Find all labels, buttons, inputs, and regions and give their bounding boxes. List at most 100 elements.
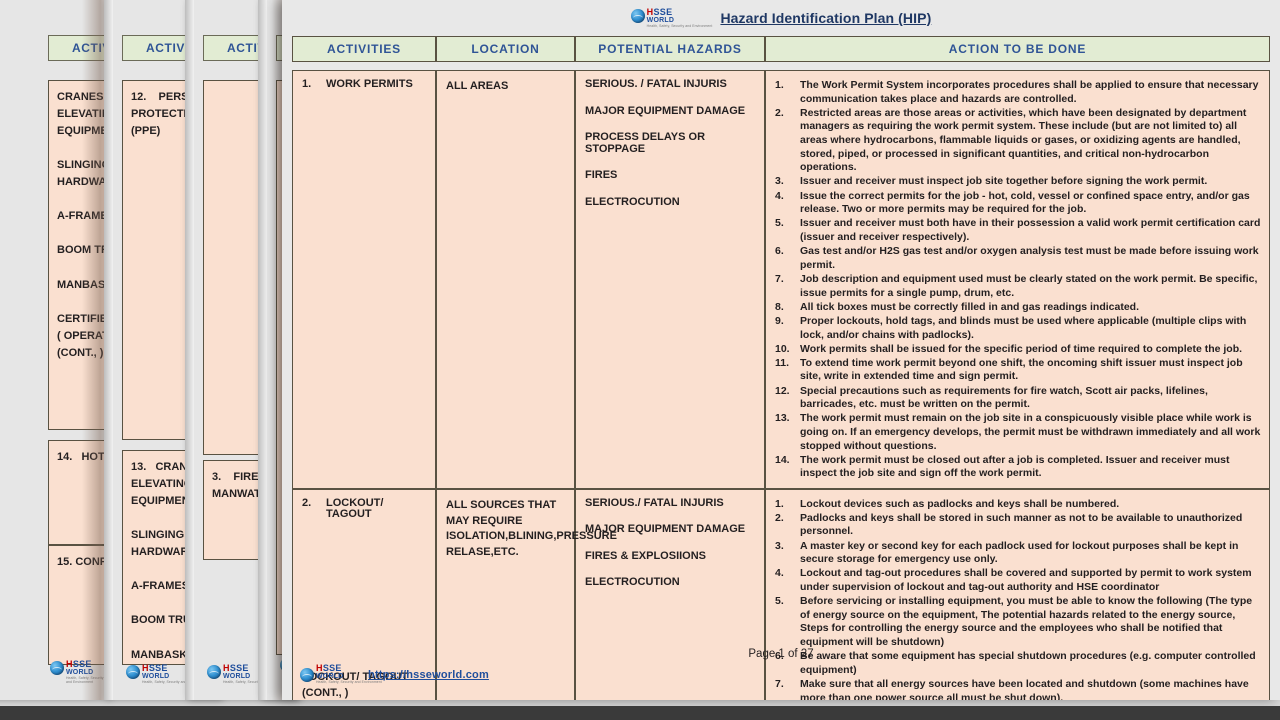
page-footer: Page 1 of 27 HSSE WORLD Health, Safety, … (282, 648, 1280, 700)
action-number: 5. (775, 595, 784, 608)
action-text: Lockout and tag-out procedures shall be … (800, 567, 1252, 593)
background-table-cell: CRANES &OTHER ELEVATING EQUIPMENT SLINGI… (48, 80, 108, 430)
table-header-spacer (292, 62, 1270, 70)
action-text: Issuer and receiver must both have in th… (800, 217, 1261, 244)
action-number: 7. (775, 272, 784, 285)
action-item: 11. To extend time work permit beyond one… (775, 357, 1262, 384)
action-text: Issue the correct permits for the job - … (800, 189, 1250, 216)
column-header-activities: ACTIVITIES (292, 36, 436, 62)
screen-bottom-bar (0, 706, 1280, 720)
hsse-world-logo-icon: HSSE WORLD Health, Safety, Security and … (630, 6, 713, 28)
page-edge (258, 0, 267, 700)
globe-icon (50, 661, 64, 676)
action-item: 12. Special precautions such as requireme… (775, 385, 1262, 412)
action-number: 1. (775, 79, 784, 91)
action-number: 10. (775, 342, 790, 355)
hazard-item: MAJOR EQUIPMENT DAMAGE (585, 523, 746, 536)
logo-tagline: Health, Safety, Security and Environment (646, 23, 713, 28)
globe-icon (126, 664, 140, 679)
action-number: 3. (775, 175, 784, 188)
action-text: To extend time work permit beyond one sh… (800, 356, 1243, 383)
action-number: 2. (775, 511, 784, 524)
action-item: 2. Restricted areas are those areas or ac… (775, 107, 1262, 175)
action-item: 6. Gas test and/or H2S gas test and/or ox… (775, 245, 1262, 272)
background-hsse-world-logo-icon: HSSEWORLDHealth, Safety, Security and En… (50, 660, 108, 684)
globe-icon (300, 667, 314, 682)
logo-line-2: WORLD (646, 16, 675, 24)
logo-line-1: HSSE (646, 6, 673, 17)
action-item: 1. The Work Permit System incorporates pr… (775, 79, 1262, 106)
cell-potential-hazards: SERIOUS. / FATAL INJURIS MAJOR EQUIPMENT … (575, 70, 765, 489)
action-item: 14. The work permit must be closed out af… (775, 454, 1262, 481)
activity-name: LOCKOUT/ TAGOUT (326, 496, 384, 521)
action-item: 5. Issuer and receiver must both have in… (775, 217, 1262, 244)
page-edge (185, 0, 194, 700)
logo-line-1: HSSE (66, 659, 92, 670)
action-text: A master key or second key for each padl… (800, 539, 1239, 566)
background-column-header: ACTIVITIES (48, 35, 108, 61)
action-text: Special precautions such as requirements… (800, 384, 1208, 411)
action-item: 3. Issuer and receiver must inspect job s… (775, 175, 1262, 189)
table-header-row: ACTIVITIES LOCATION POTENTIAL HAZARDS AC… (292, 36, 1270, 62)
location-text: ALL AREAS (446, 80, 509, 92)
table-row: 1. WORK PERMITS ALL AREAS SERIOUS. / FATAL … (292, 70, 1270, 489)
action-item: 1. Lockout devices such as padlocks and k… (775, 498, 1262, 512)
action-item: 9. Proper lockouts, hold tags, and blinds… (775, 315, 1262, 342)
column-header-location: LOCATION (436, 36, 575, 62)
action-text: Restricted areas are those areas or acti… (800, 106, 1247, 174)
action-text: Proper lockouts, hold tags, and blinds m… (800, 314, 1247, 341)
action-text: Before servicing or installing equipment… (800, 595, 1253, 648)
activity-number: 2. (302, 496, 312, 509)
action-text: Gas test and/or H2S gas test and/or oxyg… (800, 245, 1259, 271)
cell-action-to-be-done: 1. The Work Permit System incorporates pr… (765, 70, 1270, 489)
hazard-identification-table: ACTIVITIES LOCATION POTENTIAL HAZARDS AC… (292, 36, 1270, 700)
hazard-item: MAJOR EQUIPMENT DAMAGE (585, 104, 746, 117)
logo-tagline: Health, Safety, Security and Environment (66, 676, 104, 684)
action-text: Lockout devices such as padlocks and key… (800, 497, 1120, 510)
hazard-item: ELECTROCUTION (585, 195, 680, 208)
action-text: Work permits shall be issued for the spe… (800, 342, 1243, 355)
hazard-item: FIRES (585, 169, 618, 182)
column-header-action-to-be-done: ACTION TO BE DONE (765, 36, 1270, 62)
logo-tagline: Health, Safety, Security and Environment (316, 680, 382, 684)
action-number: 8. (775, 300, 784, 313)
page-number: Page 1 of 27 (748, 648, 814, 660)
background-table-cell: 14. HOT W (48, 440, 108, 545)
action-text: All tick boxes must be correctly filled … (800, 300, 1140, 313)
action-item: 5. Before servicing or installing equipme… (775, 595, 1262, 650)
background-page-1: ACTIVITIES CRANES &OTHER ELEVATING EQUIPM… (0, 0, 108, 700)
hazard-item: FIRES & EXPLOSIIONS (585, 549, 707, 562)
action-text: Padlocks and keys shall be stored in suc… (800, 511, 1243, 538)
activity-name: WORK PERMITS (326, 78, 413, 90)
action-number: 6. (775, 245, 784, 258)
action-item: 3. A master key or second key for each pa… (775, 540, 1262, 567)
action-text: Issuer and receiver must inspect job sit… (800, 175, 1208, 188)
hazard-item: SERIOUS. / FATAL INJURIS (585, 78, 727, 90)
action-text: The work permit must be closed out after… (800, 453, 1230, 480)
location-text: ALL SOURCES THAT MAY REQUIRE ISOLATION,B… (446, 498, 617, 559)
action-text: Job description and equipment used must … (800, 272, 1258, 299)
action-number: 9. (775, 314, 784, 327)
action-text: The work permit must remain on the job s… (800, 412, 1261, 452)
action-item: 7. Job description and equipment used mus… (775, 273, 1262, 300)
action-item: 8. All tick boxes must be correctly fille… (775, 301, 1262, 315)
action-number: 2. (775, 106, 784, 119)
globe-icon (207, 664, 221, 679)
page-title: Hazard Identification Plan (HIP) (720, 10, 932, 26)
action-item: 2. Padlocks and keys shall be stored in s… (775, 512, 1262, 539)
document-header: HSSE WORLD Health, Safety, Security and … (282, 0, 1280, 36)
action-number: 14. (775, 453, 790, 466)
action-number: 3. (775, 539, 784, 552)
logo-line-2: WORLD (66, 669, 94, 677)
action-number: 13. (775, 412, 790, 425)
hazard-item: SERIOUS./ FATAL INJURIS (585, 496, 724, 509)
background-table-cell: 15. CONFINED (48, 545, 108, 665)
action-number: 12. (775, 384, 790, 397)
action-item: 4. Lockout and tag-out procedures shall b… (775, 567, 1262, 594)
action-number: 1. (775, 497, 784, 510)
action-number: 4. (775, 567, 784, 580)
footer-website-link[interactable]: https://hsseworld.com (368, 669, 489, 681)
action-text: The Work Permit System incorporates proc… (800, 79, 1259, 105)
globe-icon (630, 8, 645, 23)
activity-number: 1. (302, 78, 312, 90)
